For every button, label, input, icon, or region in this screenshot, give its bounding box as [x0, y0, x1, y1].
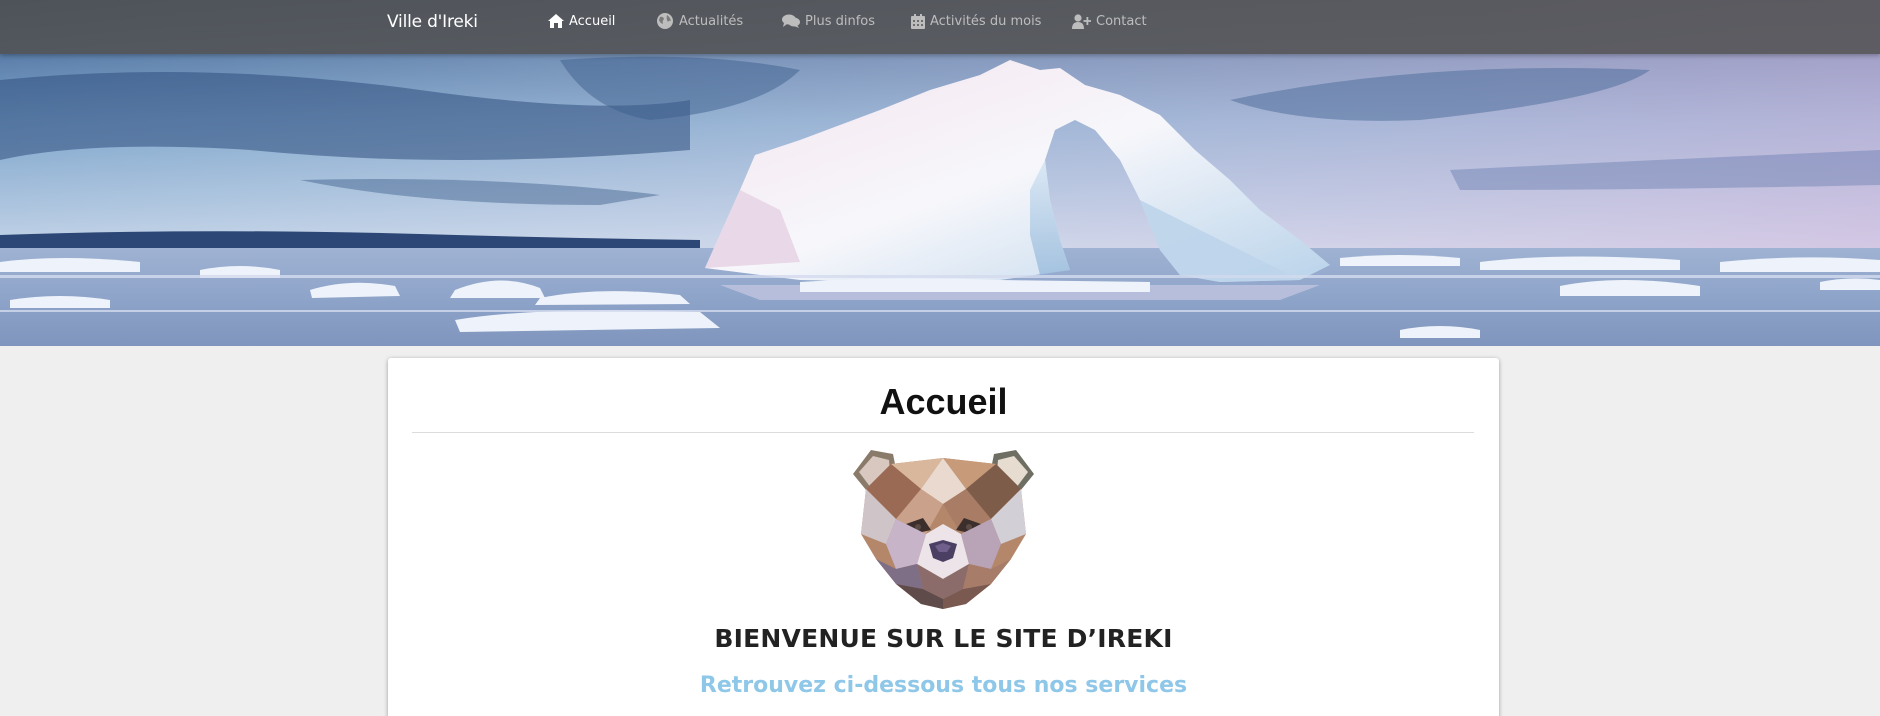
nav-label-contact: Contact [1096, 13, 1147, 29]
top-navbar: Ville d'Ireki Accueil Actualités Plus di… [0, 0, 1880, 54]
services-subheading: Retrouvez ci-dessous tous nos services [699, 673, 1188, 698]
nav-label-plus-dinfos: Plus dinfos [805, 13, 876, 29]
nav-label-actualites: Actualités [679, 13, 744, 29]
bear-logo-image [851, 444, 1036, 614]
nav-label-activites: Activités du mois [930, 13, 1042, 29]
home-icon [548, 14, 564, 28]
title-divider [412, 432, 1474, 433]
nav-item-plus-dinfos[interactable]: Plus dinfos [782, 0, 875, 42]
nav-label-accueil: Accueil [569, 13, 616, 29]
nav-item-activites[interactable]: Activités du mois [911, 0, 1041, 42]
brand-link[interactable]: Ville d'Ireki [387, 11, 478, 33]
welcome-heading: BIENVENUE SUR LE SITE D’IREKI [714, 624, 1173, 653]
nav-item-accueil[interactable]: Accueil [548, 0, 615, 42]
globe-icon [657, 13, 673, 29]
content-card: Accueil BIENVENUE SUR LE SITE D’IREKI Re… [388, 358, 1499, 716]
nav-item-actualites[interactable]: Actualités [656, 0, 743, 42]
nav-item-contact[interactable]: Contact [1072, 0, 1147, 42]
calendar-icon [911, 13, 925, 29]
page-title: Accueil [879, 381, 1008, 422]
user-plus-icon [1072, 13, 1091, 29]
comments-icon [782, 14, 800, 28]
